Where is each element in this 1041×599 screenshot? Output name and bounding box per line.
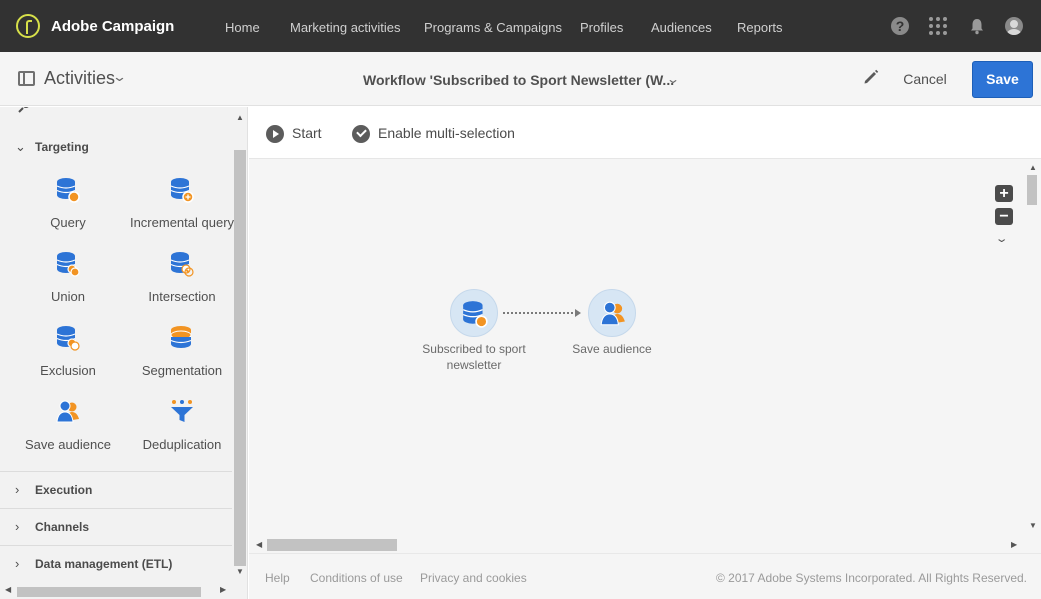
scroll-right-arrow-icon[interactable]: ▶ <box>1011 540 1017 549</box>
section-data-management[interactable]: › Data management (ETL) <box>0 546 232 582</box>
deduplication-icon <box>171 400 193 422</box>
checkmark-circle-icon[interactable] <box>352 125 370 143</box>
nav-programs-campaigns[interactable]: Programs & Campaigns <box>424 20 562 35</box>
tile-label: Save audience <box>24 437 111 452</box>
tile-label: Segmentation <box>141 363 223 378</box>
tile-label: Union <box>51 289 85 304</box>
tile-label: Intersection <box>148 289 216 304</box>
zoom-in-icon[interactable]: + <box>995 185 1013 202</box>
chevron-down-icon[interactable]: ⌄ <box>666 72 680 86</box>
chevron-down-icon[interactable]: ⌄ <box>995 232 1009 245</box>
footer-link-conditions[interactable]: Conditions of use <box>310 571 403 585</box>
tile-label: Incremental query <box>129 215 235 230</box>
bell-icon[interactable] <box>968 17 986 35</box>
chevron-down-icon: ⌄ <box>15 139 26 154</box>
top-navigation-bar: Adobe Campaign Home Marketing activities… <box>0 0 1041 52</box>
start-button[interactable]: Start <box>292 125 322 141</box>
nav-reports[interactable]: Reports <box>737 20 783 35</box>
workflow-title[interactable]: Workflow 'Subscribed to Sport Newsletter… <box>363 72 674 88</box>
scrollbar-thumb[interactable] <box>17 587 201 597</box>
arrow-head-icon <box>575 309 581 317</box>
node-circle[interactable] <box>588 289 636 337</box>
footer-link-help[interactable]: Help <box>265 571 290 585</box>
section-channels[interactable]: › Channels <box>0 509 232 545</box>
exclusion-icon <box>56 326 80 351</box>
chevron-down-icon[interactable]: ⌄ <box>112 69 127 85</box>
activities-sidebar: ⌄ Targeting Query Incremental query Unio… <box>0 107 248 599</box>
node-circle[interactable] <box>450 289 498 337</box>
workflow-header: Activities ⌄ Workflow 'Subscribed to Spo… <box>0 52 1041 106</box>
scroll-up-arrow-icon[interactable]: ▲ <box>236 113 244 122</box>
scrollbar-thumb[interactable] <box>234 150 246 566</box>
user-avatar-icon[interactable] <box>1005 17 1023 35</box>
tile-incremental-query[interactable]: Incremental query <box>127 177 237 247</box>
query-icon <box>462 301 488 328</box>
brand-name[interactable]: Adobe Campaign <box>51 18 174 35</box>
segmentation-icon <box>170 326 192 348</box>
enable-multi-selection-button[interactable]: Enable multi-selection <box>378 125 515 141</box>
save-audience-icon <box>600 301 625 326</box>
node-label: Save audience <box>572 342 652 356</box>
node-label: Subscribed to sport newsletter <box>422 342 526 372</box>
help-icon[interactable]: ? <box>891 17 909 35</box>
canvas-horizontal-scrollbar[interactable]: ◀ ▶ <box>249 537 1025 553</box>
intersection-icon <box>170 252 194 277</box>
scroll-down-arrow-icon[interactable]: ▼ <box>1029 521 1037 530</box>
footer-link-privacy[interactable]: Privacy and cookies <box>420 571 527 585</box>
nav-marketing-activities[interactable]: Marketing activities <box>290 20 401 35</box>
sidebar-vertical-scrollbar[interactable]: ▲ ▼ <box>233 107 247 585</box>
tile-label: Exclusion <box>40 363 96 378</box>
tile-query[interactable]: Query <box>13 177 123 247</box>
edit-pencil-icon[interactable] <box>862 68 880 86</box>
cancel-button[interactable]: Cancel <box>895 68 955 90</box>
tile-intersection[interactable]: Intersection <box>127 251 237 321</box>
scrollbar-thumb[interactable] <box>1027 175 1037 205</box>
scroll-down-arrow-icon[interactable]: ▼ <box>236 567 244 576</box>
sidebar-horizontal-scrollbar[interactable]: ◀ ▶ <box>0 584 233 599</box>
scroll-left-arrow-icon[interactable]: ◀ <box>5 585 11 594</box>
tile-save-audience[interactable]: Save audience <box>13 399 123 469</box>
tile-label: Query <box>50 215 86 230</box>
section-targeting[interactable]: ⌄ Targeting <box>0 129 232 165</box>
search-icon[interactable] <box>18 107 30 113</box>
tile-label: Deduplication <box>142 437 222 452</box>
save-audience-icon <box>56 400 79 423</box>
section-execution[interactable]: › Execution <box>0 472 232 508</box>
nav-profiles[interactable]: Profiles <box>580 20 623 35</box>
scroll-right-arrow-icon[interactable]: ▶ <box>220 585 226 594</box>
workflow-canvas[interactable]: + − ⌄ Subscribed to sport newsletter Sav… <box>249 159 1041 553</box>
tile-union[interactable]: Union <box>13 251 123 321</box>
tile-exclusion[interactable]: Exclusion <box>13 325 123 395</box>
save-button[interactable]: Save <box>972 61 1033 98</box>
tile-segmentation[interactable]: Segmentation <box>127 325 237 395</box>
scroll-up-arrow-icon[interactable]: ▲ <box>1029 163 1037 172</box>
nav-audiences[interactable]: Audiences <box>651 20 712 35</box>
nav-home[interactable]: Home <box>225 20 260 35</box>
adobe-campaign-logo-icon[interactable] <box>16 14 40 38</box>
chevron-right-icon: › <box>15 482 20 497</box>
section-label: Channels <box>35 520 90 534</box>
footer: Help Conditions of use Privacy and cooki… <box>249 553 1041 599</box>
union-icon <box>56 252 80 277</box>
apps-grid-icon[interactable] <box>929 17 947 35</box>
chevron-right-icon: › <box>15 556 20 571</box>
zoom-out-icon[interactable]: − <box>995 208 1013 225</box>
section-label: Execution <box>35 483 93 497</box>
section-label: Data management (ETL) <box>35 557 173 571</box>
canvas-vertical-scrollbar[interactable]: ▲ ▼ <box>1025 159 1041 537</box>
transition-connector <box>503 312 577 314</box>
query-icon <box>56 178 80 203</box>
canvas-toolbar: Start Enable multi-selection <box>249 107 1041 159</box>
scrollbar-thumb[interactable] <box>267 539 397 551</box>
chevron-right-icon: › <box>15 519 20 534</box>
play-icon[interactable] <box>266 125 284 143</box>
panel-toggle-icon[interactable] <box>18 71 35 86</box>
incremental-query-icon <box>170 178 194 203</box>
copyright-text: © 2017 Adobe Systems Incorporated. All R… <box>715 571 1027 585</box>
activities-panel-title[interactable]: Activities <box>44 68 115 89</box>
section-label: Targeting <box>35 140 89 154</box>
scroll-left-arrow-icon[interactable]: ◀ <box>256 540 262 549</box>
tile-deduplication[interactable]: Deduplication <box>127 399 237 469</box>
